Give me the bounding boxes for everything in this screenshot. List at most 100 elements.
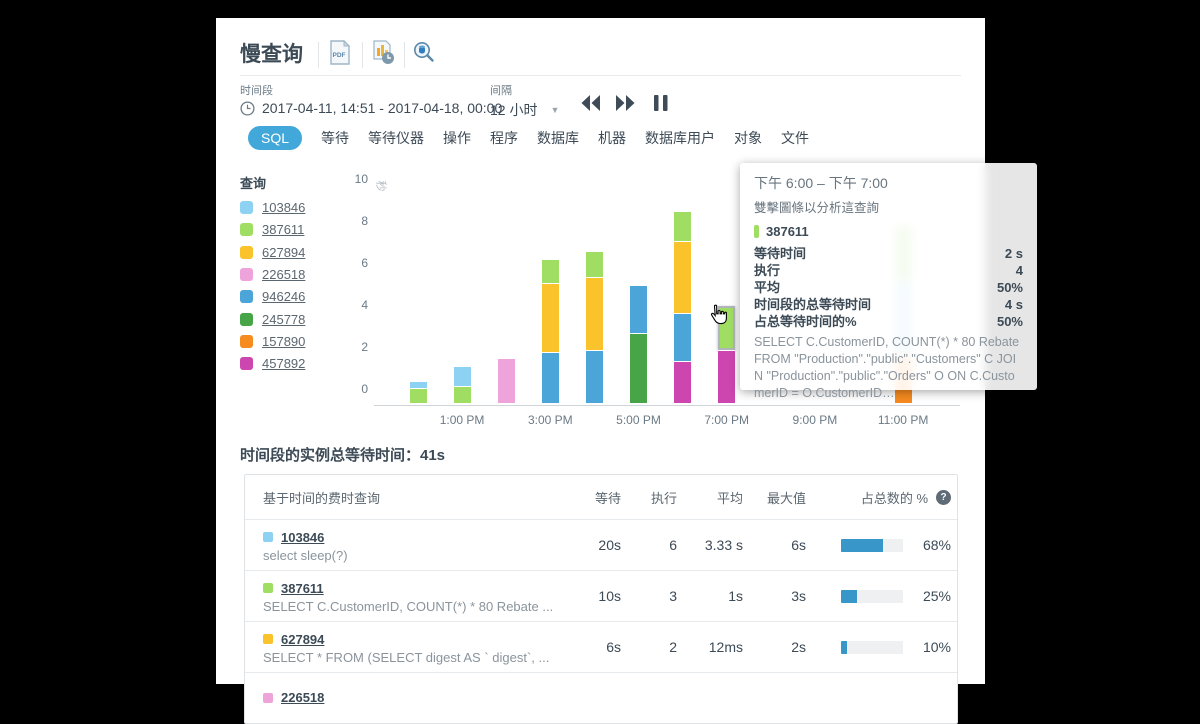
total-wait-summary: 时间段的实例总等待时间：41s: [240, 447, 446, 464]
tooltip-stats: 等待时间 2 s 执行 4 平均 50% 时间段的总等待时间 4 s 占总等待时间的% 50%: [754, 245, 1023, 330]
pdf-export-icon[interactable]: PDF: [326, 38, 354, 68]
legend-color-chip: [240, 312, 253, 326]
stacked-bar-slot-1[interactable]: [453, 366, 471, 403]
query-color-chip: [263, 583, 273, 593]
table-row-387611[interactable]: 387611 SELECT C.CustomerID, COUNT(*) * 80…: [245, 570, 957, 621]
pause-button[interactable]: [648, 90, 674, 116]
legend-item-245778[interactable]: 245778: [240, 312, 305, 327]
bar-segment-387611[interactable]: [453, 386, 471, 403]
stacked-bar-slot-4[interactable]: [585, 251, 603, 403]
bar-segment-387611[interactable]: [585, 251, 603, 277]
max-cell: 6s: [791, 537, 806, 553]
stacked-bar-slot-6[interactable]: [674, 211, 692, 403]
table-row-627894[interactable]: 627894 SELECT * FROM (SELECT digest AS ` …: [245, 621, 957, 672]
help-icon[interactable]: ?: [936, 489, 951, 505]
query-sql-preview: select sleep(?): [263, 547, 348, 563]
report-history-icon[interactable]: [370, 38, 398, 68]
tab-程序[interactable]: 程序: [490, 128, 518, 148]
x-axis-tick: 1:00 PM: [439, 413, 485, 427]
tab-操作[interactable]: 操作: [443, 128, 471, 148]
query-sql-preview: SELECT * FROM (SELECT digest AS ` digest…: [263, 649, 550, 665]
wait-cell: 20s: [598, 537, 621, 553]
bar-segment-627894[interactable]: [541, 283, 559, 352]
legend-color-chip: [240, 290, 253, 304]
legend-item-946246[interactable]: 946246: [240, 289, 305, 304]
y-axis-tick: 2: [361, 340, 368, 354]
time-period-control[interactable]: 2017-04-11, 14:51 - 2017-04-18, 00:00: [240, 100, 502, 116]
col-header-wait: 等待: [594, 490, 621, 506]
y-axis-tick: 10: [354, 172, 368, 186]
clock-icon: [240, 100, 255, 116]
bar-segment-387611[interactable]: [409, 388, 427, 403]
tab-对象[interactable]: 对象: [734, 128, 762, 148]
query-id-link[interactable]: 226518: [281, 690, 324, 705]
period-value: 2017-04-11, 14:51 - 2017-04-18, 00:00: [262, 100, 503, 116]
query-search-icon[interactable]: [410, 38, 438, 68]
legend-item-226518[interactable]: 226518: [240, 267, 305, 282]
legend-item-157890[interactable]: 157890: [240, 334, 305, 349]
stacked-bar-slot-0[interactable]: [409, 381, 427, 403]
stacked-bar-slot-7[interactable]: [718, 306, 736, 403]
stacked-bar-slot-5[interactable]: [630, 285, 647, 403]
legend-item-627894[interactable]: 627894: [240, 245, 305, 260]
tooltip-stat-label: 时间段的总等待时间: [754, 297, 872, 312]
tab-机器[interactable]: 机器: [598, 128, 626, 148]
interval-select[interactable]: 12 小时 ▼: [490, 100, 559, 120]
y-axis-tick: 6: [361, 256, 368, 270]
query-sql-preview: SELECT C.CustomerID, COUNT(*) * 80 Rebat…: [263, 598, 554, 614]
stacked-bar-slot-3[interactable]: [541, 259, 559, 403]
bar-segment-226518[interactable]: [497, 358, 515, 403]
rewind-button[interactable]: [578, 90, 604, 116]
bar-segment-245778[interactable]: [630, 333, 647, 403]
bar-segment-103846[interactable]: [409, 381, 427, 388]
divider: [404, 42, 405, 68]
legend-color-chip: [240, 223, 253, 237]
bar-segment-387611[interactable]: [718, 306, 736, 350]
tab-数据库[interactable]: 数据库: [537, 128, 579, 148]
bar-segment-103846[interactable]: [453, 366, 471, 386]
avg-cell: 12ms: [708, 639, 743, 655]
tab-sql[interactable]: SQL: [248, 126, 303, 150]
fast-forward-button[interactable]: [612, 90, 638, 116]
tooltip-stat-value: 50%: [996, 280, 1023, 295]
bar-segment-387611[interactable]: [674, 211, 692, 241]
interval-value: 12 小时: [490, 102, 538, 118]
bar-segment-946246[interactable]: [630, 285, 647, 333]
table-row-103846[interactable]: 103846 select sleep(?) 20s 6 3.33 s 6s 68%: [245, 519, 957, 570]
chevron-down-icon: ▼: [550, 105, 560, 115]
query-id-link[interactable]: 627894: [281, 632, 324, 647]
bar-segment-457892[interactable]: [718, 350, 736, 403]
legend-item-457892[interactable]: 457892: [240, 356, 305, 371]
bar-segment-946246[interactable]: [541, 352, 559, 403]
tab-等待[interactable]: 等待: [321, 128, 349, 148]
tab-文件[interactable]: 文件: [781, 128, 809, 148]
x-axis-tick: 7:00 PM: [704, 413, 750, 427]
bar-segment-627894[interactable]: [674, 241, 692, 313]
bar-segment-627894[interactable]: [585, 277, 603, 350]
legend-query-link: 157890: [262, 333, 306, 349]
legend-color-chip: [240, 201, 253, 214]
tab-数据库用户[interactable]: 数据库用户: [645, 128, 715, 148]
legend-query-link: 103846: [262, 200, 306, 215]
y-axis-tick: 8: [361, 214, 368, 228]
stacked-bar-slot-2[interactable]: [497, 358, 515, 403]
query-id-link[interactable]: 387611: [281, 581, 324, 596]
query-cell: 226518: [245, 688, 555, 708]
tooltip-stat-row: 执行 4: [754, 262, 1023, 279]
bar-segment-457892[interactable]: [674, 361, 692, 403]
legend-item-387611[interactable]: 387611: [240, 222, 304, 237]
bar-segment-387611[interactable]: [541, 259, 559, 283]
x-axis-tick: 9:00 PM: [792, 413, 838, 427]
legend-query-link: 457892: [262, 356, 306, 372]
divider: [240, 75, 961, 76]
table-row-226518[interactable]: 226518: [245, 672, 957, 723]
tooltip-stat-value: 4 s: [1004, 297, 1023, 312]
table-header-row: 基于时间的费时查询 等待 执行 平均 最大值 占总数的 % ?: [245, 475, 957, 519]
legend-item-103846[interactable]: 103846: [240, 200, 305, 215]
tab-等待仪器[interactable]: 等待仪器: [368, 128, 424, 148]
bar-segment-946246[interactable]: [585, 350, 603, 403]
pct-progress-bar: [841, 538, 903, 552]
bar-segment-946246[interactable]: [674, 313, 692, 361]
y-axis-unit: 秒: [374, 180, 387, 192]
query-id-link[interactable]: 103846: [281, 530, 324, 545]
